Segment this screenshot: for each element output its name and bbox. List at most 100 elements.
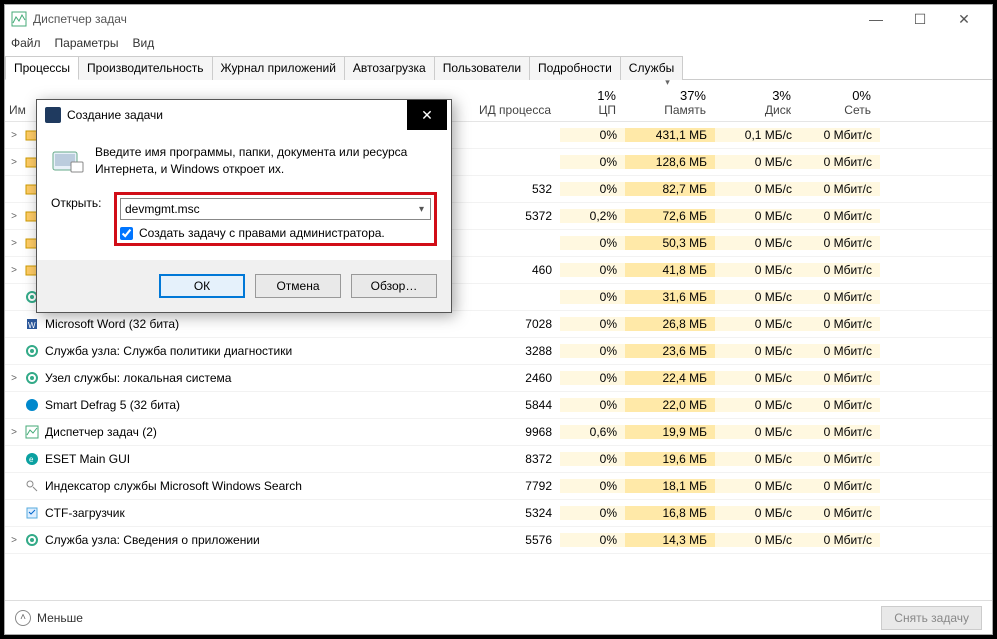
table-row[interactable]: >Узел службы: локальная система24600%22,…: [5, 365, 992, 392]
cell-memory: 50,3 МБ: [625, 236, 715, 250]
tab-processes[interactable]: Процессы: [5, 56, 79, 80]
process-name: CTF-загрузчик: [41, 506, 465, 520]
process-name: Диспетчер задач (2): [41, 425, 465, 439]
tab-details[interactable]: Подробности: [529, 56, 621, 80]
header-network[interactable]: 0%Сеть: [800, 80, 880, 121]
dialog-close-button[interactable]: ✕: [407, 100, 447, 130]
menu-view[interactable]: Вид: [132, 36, 154, 50]
cell-cpu: 0,2%: [560, 209, 625, 223]
cell-memory: 31,6 МБ: [625, 290, 715, 304]
cell-pid: 9968: [465, 425, 560, 439]
cell-cpu: 0%: [560, 182, 625, 196]
expand-icon[interactable]: >: [5, 373, 23, 384]
cell-memory: 18,1 МБ: [625, 479, 715, 493]
cell-pid: 8372: [465, 452, 560, 466]
tab-users[interactable]: Пользователи: [434, 56, 530, 80]
highlight-box: devmgmt.msc Создать задачу с правами адм…: [114, 192, 437, 246]
cell-cpu: 0%: [560, 155, 625, 169]
cell-network: 0 Мбит/c: [800, 371, 880, 385]
cell-disk: 0 МБ/с: [715, 317, 800, 331]
end-task-button[interactable]: Снять задачу: [881, 606, 982, 630]
cell-network: 0 Мбит/c: [800, 128, 880, 142]
cell-memory: 19,6 МБ: [625, 452, 715, 466]
tab-services[interactable]: Службы: [620, 56, 683, 80]
table-row[interactable]: >Диспетчер задач (2)99680,6%19,9 МБ0 МБ/…: [5, 419, 992, 446]
process-icon: [23, 397, 41, 413]
dialog-buttons: ОК Отмена Обзор…: [37, 260, 451, 312]
cell-network: 0 Мбит/c: [800, 533, 880, 547]
table-row[interactable]: Индексатор службы Microsoft Windows Sear…: [5, 473, 992, 500]
expand-icon[interactable]: >: [5, 130, 23, 141]
cell-disk: 0 МБ/с: [715, 425, 800, 439]
header-pid[interactable]: ИД процесса: [465, 80, 560, 121]
cell-memory: 14,3 МБ: [625, 533, 715, 547]
cell-cpu: 0%: [560, 290, 625, 304]
cell-pid: 5576: [465, 533, 560, 547]
expand-icon[interactable]: >: [5, 427, 23, 438]
cell-disk: 0 МБ/с: [715, 506, 800, 520]
process-icon: [23, 505, 41, 521]
cell-disk: 0 МБ/с: [715, 155, 800, 169]
process-icon: W: [23, 316, 41, 332]
process-name: Smart Defrag 5 (32 бита): [41, 398, 465, 412]
expand-icon[interactable]: >: [5, 211, 23, 222]
cell-network: 0 Мбит/c: [800, 155, 880, 169]
dialog-titlebar[interactable]: Создание задачи ✕: [37, 100, 451, 130]
tab-startup[interactable]: Автозагрузка: [344, 56, 435, 80]
cancel-button[interactable]: Отмена: [255, 274, 341, 298]
menu-options[interactable]: Параметры: [55, 36, 119, 50]
expand-icon[interactable]: >: [5, 535, 23, 546]
ok-button[interactable]: ОК: [159, 274, 245, 298]
create-task-dialog: Создание задачи ✕ Введите имя программы,…: [36, 99, 452, 313]
table-row[interactable]: eESET Main GUI83720%19,6 МБ0 МБ/с0 Мбит/…: [5, 446, 992, 473]
expand-icon[interactable]: >: [5, 157, 23, 168]
expand-icon[interactable]: >: [5, 238, 23, 249]
cell-network: 0 Мбит/c: [800, 479, 880, 493]
table-row[interactable]: WMicrosoft Word (32 бита)70280%26,8 МБ0 …: [5, 311, 992, 338]
cell-network: 0 Мбит/c: [800, 236, 880, 250]
admin-checkbox-row[interactable]: Создать задачу с правами администратора.: [120, 226, 431, 240]
cell-memory: 72,6 МБ: [625, 209, 715, 223]
tab-performance[interactable]: Производительность: [78, 56, 212, 80]
header-memory[interactable]: ▾37%Память: [625, 80, 715, 121]
cell-pid: 7792: [465, 479, 560, 493]
browse-button[interactable]: Обзор…: [351, 274, 437, 298]
cell-disk: 0 МБ/с: [715, 398, 800, 412]
fewer-details[interactable]: ˄ Меньше: [15, 610, 83, 626]
table-row[interactable]: CTF-загрузчик53240%16,8 МБ0 МБ/с0 Мбит/c: [5, 500, 992, 527]
close-button[interactable]: ✕: [942, 5, 986, 33]
header-disk[interactable]: 3%Диск: [715, 80, 800, 121]
cell-disk: 0 МБ/с: [715, 236, 800, 250]
cell-disk: 0 МБ/с: [715, 182, 800, 196]
cell-disk: 0,1 МБ/с: [715, 128, 800, 142]
process-name: Узел службы: локальная система: [41, 371, 465, 385]
maximize-button[interactable]: ☐: [898, 5, 942, 33]
process-icon: e: [23, 451, 41, 467]
expand-icon[interactable]: >: [5, 265, 23, 276]
menu-file[interactable]: Файл: [11, 36, 41, 50]
header-cpu[interactable]: 1%ЦП: [560, 80, 625, 121]
minimize-button[interactable]: —: [854, 5, 898, 33]
tab-app-history[interactable]: Журнал приложений: [212, 56, 345, 80]
table-row[interactable]: >Служба узла: Сведения о приложении55760…: [5, 527, 992, 554]
admin-checkbox[interactable]: [120, 227, 133, 240]
cell-network: 0 Мбит/c: [800, 452, 880, 466]
cell-pid: 2460: [465, 371, 560, 385]
table-row[interactable]: Служба узла: Служба политики диагностики…: [5, 338, 992, 365]
cell-disk: 0 МБ/с: [715, 452, 800, 466]
titlebar[interactable]: Диспетчер задач — ☐ ✕: [5, 5, 992, 33]
table-row[interactable]: Smart Defrag 5 (32 бита)58440%22,0 МБ0 М…: [5, 392, 992, 419]
process-icon: [23, 532, 41, 548]
admin-checkbox-label: Создать задачу с правами администратора.: [139, 226, 385, 240]
cell-cpu: 0%: [560, 452, 625, 466]
cell-cpu: 0%: [560, 371, 625, 385]
cell-memory: 16,8 МБ: [625, 506, 715, 520]
cell-network: 0 Мбит/c: [800, 425, 880, 439]
cell-memory: 128,6 МБ: [625, 155, 715, 169]
process-icon: [23, 343, 41, 359]
cell-cpu: 0%: [560, 263, 625, 277]
cell-cpu: 0%: [560, 533, 625, 547]
cell-disk: 0 МБ/с: [715, 344, 800, 358]
open-combobox[interactable]: devmgmt.msc: [120, 198, 431, 220]
cell-disk: 0 МБ/с: [715, 479, 800, 493]
